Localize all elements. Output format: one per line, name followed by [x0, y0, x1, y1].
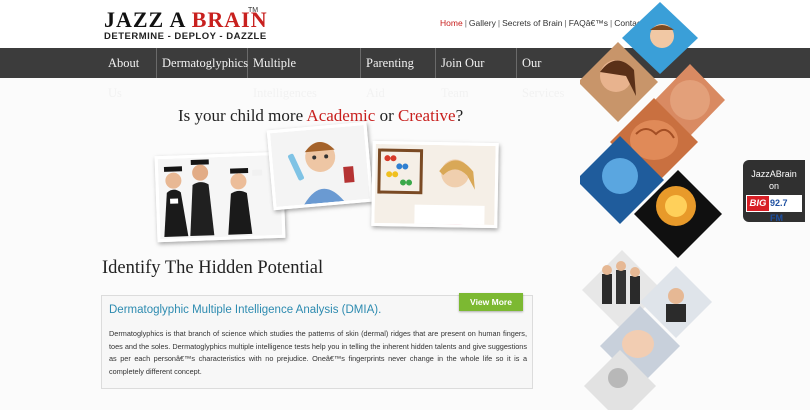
top-link-secrets-of-brain[interactable]: Secrets of Brain	[502, 18, 562, 28]
radio-badge-line2: on	[768, 181, 779, 191]
radio-badge[interactable]: JazzABrain on BIG 92.7 FM	[743, 160, 805, 223]
nav-item-parenting-aid[interactable]: Parenting Aid	[361, 48, 436, 100]
logo-wordmark: JAZZ A BRAIN	[104, 7, 268, 32]
diamond-photo-collage	[580, 2, 725, 410]
nav-item-about-us[interactable]: About Us	[103, 48, 157, 100]
view-more-button[interactable]: View More	[459, 293, 523, 311]
big-fm-logo-frequency: 92.7 FM	[770, 198, 788, 223]
big-fm-logo-big: BIG	[747, 196, 769, 211]
top-link-gallery[interactable]: Gallery	[469, 18, 496, 28]
hero-headline: Is your child more Academic or Creative?	[178, 106, 464, 125]
section-title: Identify The Hidden Potential	[102, 258, 324, 278]
nav-item-multiple-intelligences[interactable]: Multiple Intelligences	[248, 48, 361, 100]
nav-item-dermatoglyphics[interactable]: Dermatoglyphics	[157, 48, 248, 78]
site-logo[interactable]: JAZZ A BRAIN TM DETERMINE - DEPLOY - DAZ…	[104, 7, 268, 42]
photo-girl-abacus	[371, 140, 499, 229]
logo-tagline: DETERMINE - DEPLOY - DAZZLE	[104, 31, 267, 42]
nav-item-our-services[interactable]: Our Services	[517, 48, 589, 100]
trademark-mark: TM	[248, 7, 259, 14]
photo-boy-experiment	[266, 121, 374, 211]
nav-item-join-our-team[interactable]: Join Our Team	[436, 48, 517, 100]
dmia-description: Dermatoglyphics is that branch of scienc…	[109, 329, 527, 376]
dmia-title[interactable]: Dermatoglyphic Multiple Intelligence Ana…	[109, 304, 381, 316]
radio-badge-line1: JazzABrain	[751, 169, 797, 179]
photo-graduate-kids	[154, 151, 286, 243]
big-fm-logo: BIG 92.7 FM	[746, 195, 802, 223]
top-link-home[interactable]: Home	[440, 18, 463, 28]
